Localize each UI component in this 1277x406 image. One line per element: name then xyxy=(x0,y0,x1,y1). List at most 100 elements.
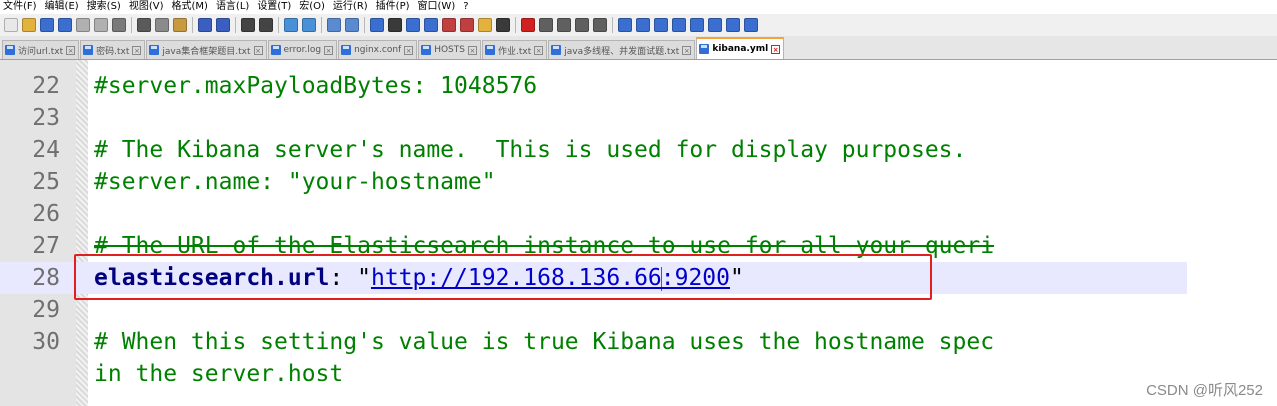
url-port[interactable]: :9200 xyxy=(661,265,730,291)
tab-close-icon[interactable]: × xyxy=(66,45,76,55)
tab-8[interactable]: kibana.yml × xyxy=(696,37,785,59)
line-number: 29 xyxy=(32,297,60,323)
line-number: 28 xyxy=(32,265,60,291)
show-all-chars-icon[interactable] xyxy=(388,18,402,32)
tab-close-icon[interactable]: × xyxy=(534,45,544,55)
folder-workspace-icon[interactable] xyxy=(478,18,492,32)
tab-close-icon[interactable]: × xyxy=(771,44,781,54)
save-icon[interactable] xyxy=(40,18,54,32)
code-line: 25 #server.name: "your-hostname" xyxy=(0,166,1187,198)
tab-6[interactable]: 作业.txt × xyxy=(481,40,548,59)
comment-text: #server.maxPayloadBytes: 1048576 xyxy=(94,73,538,99)
monitor-icon[interactable] xyxy=(496,18,510,32)
plugin-e-icon[interactable] xyxy=(726,18,740,32)
toolbar-separator xyxy=(321,17,322,33)
comment-text: # The URL of the Elasticsearch instance … xyxy=(94,233,995,259)
tab-close-icon[interactable]: × xyxy=(132,45,142,55)
print-icon[interactable] xyxy=(112,18,126,32)
plugin-down-icon[interactable] xyxy=(708,18,722,32)
sync-horizontal-icon[interactable] xyxy=(345,18,359,32)
close-all-icon[interactable] xyxy=(94,18,108,32)
tab-close-icon[interactable]: × xyxy=(404,45,414,55)
line-text: #server.maxPayloadBytes: 1048576 xyxy=(94,70,537,102)
record-macro-icon[interactable] xyxy=(521,18,535,32)
url-link[interactable]: http://192.168.136.66 xyxy=(371,265,662,291)
tab-save-icon xyxy=(421,45,432,55)
menu-item-2[interactable]: 搜索(S) xyxy=(84,0,126,14)
menu-item-4[interactable]: 格式(M) xyxy=(169,0,213,14)
redo-icon[interactable] xyxy=(216,18,230,32)
tab-0[interactable]: 访问url.txt × xyxy=(2,40,80,59)
menu-item-0[interactable]: 文件(F) xyxy=(0,0,42,14)
copy-icon[interactable] xyxy=(155,18,169,32)
tab-3[interactable]: error.log × xyxy=(267,40,338,59)
tab-1[interactable]: 密码.txt × xyxy=(80,40,146,59)
zoom-in-icon[interactable] xyxy=(284,18,298,32)
menu-item-10[interactable]: 窗口(W) xyxy=(415,0,461,14)
line-text: # The Kibana server's name. This is used… xyxy=(94,134,966,166)
menu-item-11[interactable]: ? xyxy=(460,0,473,14)
replace-icon[interactable] xyxy=(259,18,273,32)
stop-macro-icon[interactable] xyxy=(539,18,553,32)
save-all-icon[interactable] xyxy=(58,18,72,32)
plugin-a-icon[interactable] xyxy=(618,18,632,32)
tab-label: 密码.txt xyxy=(96,46,130,57)
undo-icon[interactable] xyxy=(198,18,212,32)
tab-4[interactable]: nginx.conf × xyxy=(338,40,418,59)
line-number: 30 xyxy=(32,329,60,355)
zoom-out-icon[interactable] xyxy=(302,18,316,32)
menu-item-3[interactable]: 视图(V) xyxy=(126,0,169,14)
close-icon[interactable] xyxy=(76,18,90,32)
tab-close-icon[interactable]: × xyxy=(324,45,334,55)
toolbar-separator xyxy=(235,17,236,33)
paste-icon[interactable] xyxy=(173,18,187,32)
function-list-icon[interactable] xyxy=(460,18,474,32)
tab-save-icon xyxy=(149,45,160,55)
code-line: 26 xyxy=(0,198,1187,230)
tab-label: kibana.yml xyxy=(712,44,769,54)
tab-5[interactable]: HOSTS × xyxy=(418,40,481,59)
plugin-b-icon[interactable] xyxy=(636,18,650,32)
tab-close-icon[interactable]: × xyxy=(682,45,692,55)
tab-save-icon xyxy=(484,45,495,55)
tab-label: error.log xyxy=(283,45,322,55)
udl-icon[interactable] xyxy=(424,18,438,32)
tab-save-icon xyxy=(699,44,710,54)
menu-item-8[interactable]: 运行(R) xyxy=(330,0,373,14)
plugin-up-icon[interactable] xyxy=(690,18,704,32)
indent-guide-icon[interactable] xyxy=(406,18,420,32)
editor-area[interactable]: 22 #server.maxPayloadBytes: 1048576 23 24 # … xyxy=(0,60,1277,406)
open-file-icon[interactable] xyxy=(22,18,36,32)
tab-close-icon[interactable]: × xyxy=(467,45,477,55)
string-quote-open: " xyxy=(357,265,371,291)
setting-key: elasticsearch.url xyxy=(94,265,330,291)
code-line: 29 xyxy=(0,294,1187,326)
comment-text: #server.name: "your-hostname" xyxy=(94,169,496,195)
line-text: # The URL of the Elasticsearch instance … xyxy=(94,230,994,262)
toolbar-separator xyxy=(131,17,132,33)
find-icon[interactable] xyxy=(241,18,255,32)
tab-2[interactable]: java集合框架题目.txt × xyxy=(146,40,267,59)
play-macro-icon[interactable] xyxy=(557,18,571,32)
plugin-c-icon[interactable] xyxy=(654,18,668,32)
tab-label: java多线程、并发面试题.txt xyxy=(564,46,680,57)
menu-item-7[interactable]: 宏(O) xyxy=(296,0,330,14)
word-wrap-icon[interactable] xyxy=(370,18,384,32)
tab-close-icon[interactable]: × xyxy=(253,45,263,55)
plugin-f-icon[interactable] xyxy=(744,18,758,32)
menu-item-6[interactable]: 设置(T) xyxy=(254,0,296,14)
run-macro-icon[interactable] xyxy=(575,18,589,32)
tab-7[interactable]: java多线程、并发面试题.txt × xyxy=(548,40,696,59)
line-number: 24 xyxy=(32,137,60,163)
plugin-d-icon[interactable] xyxy=(672,18,686,32)
watermark: CSDN @听风252 xyxy=(1146,382,1263,399)
new-file-icon[interactable] xyxy=(4,18,18,32)
doc-map-icon[interactable] xyxy=(442,18,456,32)
sync-vertical-icon[interactable] xyxy=(327,18,341,32)
menu-item-1[interactable]: 编辑(E) xyxy=(42,0,84,14)
menu-item-9[interactable]: 插件(P) xyxy=(373,0,415,14)
cut-icon[interactable] xyxy=(137,18,151,32)
toolbar-separator xyxy=(278,17,279,33)
menu-item-5[interactable]: 语言(L) xyxy=(213,0,254,14)
save-macro-icon[interactable] xyxy=(593,18,607,32)
